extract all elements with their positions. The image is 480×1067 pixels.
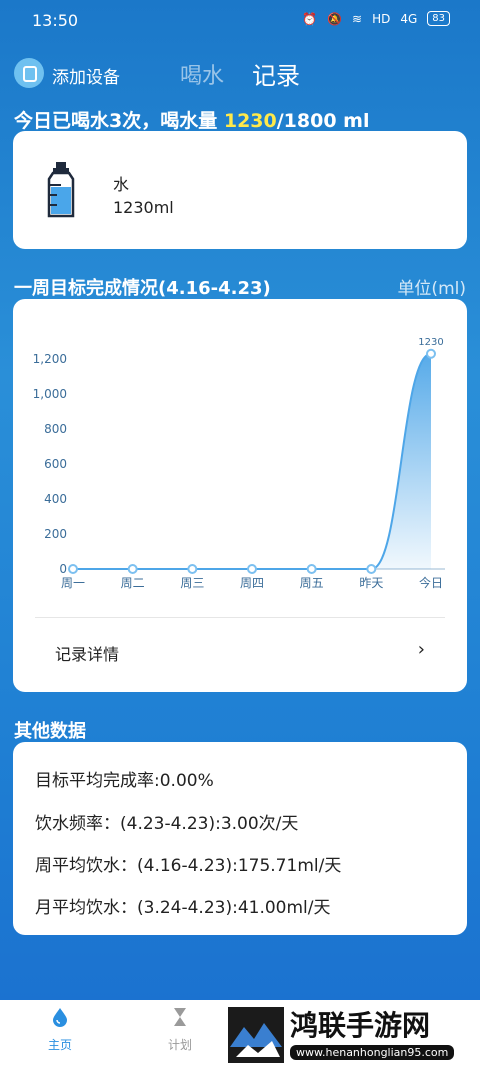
- y-tick-label: 600: [44, 457, 67, 471]
- drop-icon: [53, 1008, 67, 1027]
- bottle-icon: [47, 162, 75, 218]
- data-point: [127, 564, 138, 574]
- stats-card: 目标平均完成率:0.00% 饮水频率：(4.23-4.23):3.00次/天 周…: [13, 742, 467, 935]
- x-tick-label: 今日: [419, 575, 443, 590]
- status-icons: ⏰ 🔕 ≋ HD 4G 83: [302, 11, 450, 26]
- nav-home-label: 主页: [47, 1038, 72, 1052]
- screen: 13:50 ⏰ 🔕 ≋ HD 4G 83 添加设备 喝水 记录 今日已喝水3次，…: [0, 0, 480, 1067]
- network-label: 4G: [400, 11, 418, 26]
- drink-card: 水 1230ml: [13, 131, 467, 249]
- week-chart: 0 200 400 600 800 1,000 1,200 周一 周二 周三 周四 周五 昨天 今日 123…: [33, 337, 445, 590]
- mute-icon: 🔕: [327, 11, 342, 26]
- data-point: [68, 564, 78, 574]
- x-tick-label: 周三: [180, 576, 204, 590]
- nav-plan-label: 计划: [167, 1038, 192, 1052]
- watermark: 鸿联手游网 www.henanhonglian95.com: [228, 1003, 480, 1067]
- add-device-button[interactable]: 添加设备: [52, 63, 120, 88]
- data-point: [187, 564, 198, 574]
- battery-icon: 83: [427, 11, 450, 26]
- drink-amount: 1230ml: [113, 198, 174, 217]
- chevron-right-icon[interactable]: ›: [418, 639, 425, 660]
- hd-icon: HD: [372, 11, 391, 26]
- stat-weekly-avg: 周平均饮水：(4.16-4.23):175.71ml/天: [35, 856, 342, 876]
- stat-avg-completion: 目标平均完成率:0.00%: [35, 771, 214, 791]
- other-title: 其他数据: [14, 721, 86, 742]
- stat-monthly-avg: 月平均饮水：(3.24-4.23):41.00ml/天: [35, 898, 331, 918]
- today-suffix: /1800 ml: [276, 110, 370, 132]
- y-tick-label: 1,200: [33, 352, 67, 366]
- drink-name: 水: [113, 175, 130, 194]
- divider: [35, 617, 445, 618]
- status-bar: 13:50 ⏰ 🔕 ≋ HD 4G 83: [0, 0, 480, 40]
- y-tick-label: 200: [44, 527, 67, 541]
- today-summary: 今日已喝水3次，喝水量 1230/1800 ml: [14, 106, 369, 133]
- status-time: 13:50: [32, 11, 79, 30]
- alarm-icon: ⏰: [302, 11, 318, 26]
- watermark-sub: www.henanhonglian95.com: [290, 1044, 455, 1060]
- data-point: [426, 348, 436, 359]
- nav-home[interactable]: 主页: [20, 1006, 100, 1053]
- series-area: [73, 353, 431, 569]
- x-tick-label: 周一: [61, 576, 85, 590]
- wifi-icon: ≋: [352, 11, 363, 26]
- chart-card: 0 200 400 600 800 1,000 1,200 周一 周二 周三 周四 周五 昨天 今日 123…: [13, 299, 467, 692]
- tab-drink[interactable]: 喝水: [180, 58, 224, 90]
- x-tick-label: 周五: [300, 576, 324, 590]
- y-tick-label: 0: [59, 562, 67, 576]
- data-point: [247, 564, 257, 574]
- watch-icon[interactable]: [14, 58, 44, 88]
- nav-plan[interactable]: 计划: [140, 1006, 220, 1053]
- record-detail-link[interactable]: 记录详情: [55, 641, 119, 665]
- y-tick-label: 800: [44, 422, 67, 436]
- data-point: [306, 564, 317, 574]
- x-tick-label: 昨天: [359, 576, 383, 590]
- watermark-logo: [228, 1007, 284, 1063]
- x-tick-label: 周二: [121, 576, 145, 590]
- top-bar: 添加设备 喝水 记录: [0, 54, 480, 94]
- watermark-main: 鸿联手游网: [290, 1008, 431, 1042]
- data-label: 1230: [418, 337, 443, 348]
- bottom-nav: 主页 计划 鸿联手游网 www.henanhonglian95.com: [0, 1000, 480, 1067]
- today-amount: 1230: [223, 110, 277, 132]
- y-tick-label: 1,000: [33, 387, 67, 401]
- hourglass-icon: [174, 1008, 186, 1026]
- tab-record[interactable]: 记录: [252, 56, 300, 91]
- today-prefix: 今日已喝水3次，喝水量: [14, 110, 224, 132]
- series-line: [73, 352, 432, 570]
- week-title: 一周目标完成情况(4.16-4.23): [14, 278, 271, 299]
- unit-label: 单位(ml): [397, 279, 466, 299]
- data-point: [366, 564, 377, 574]
- x-tick-label: 周四: [240, 576, 264, 590]
- y-tick-label: 400: [44, 492, 67, 506]
- stat-frequency: 饮水频率：(4.23-4.23):3.00次/天: [35, 814, 299, 834]
